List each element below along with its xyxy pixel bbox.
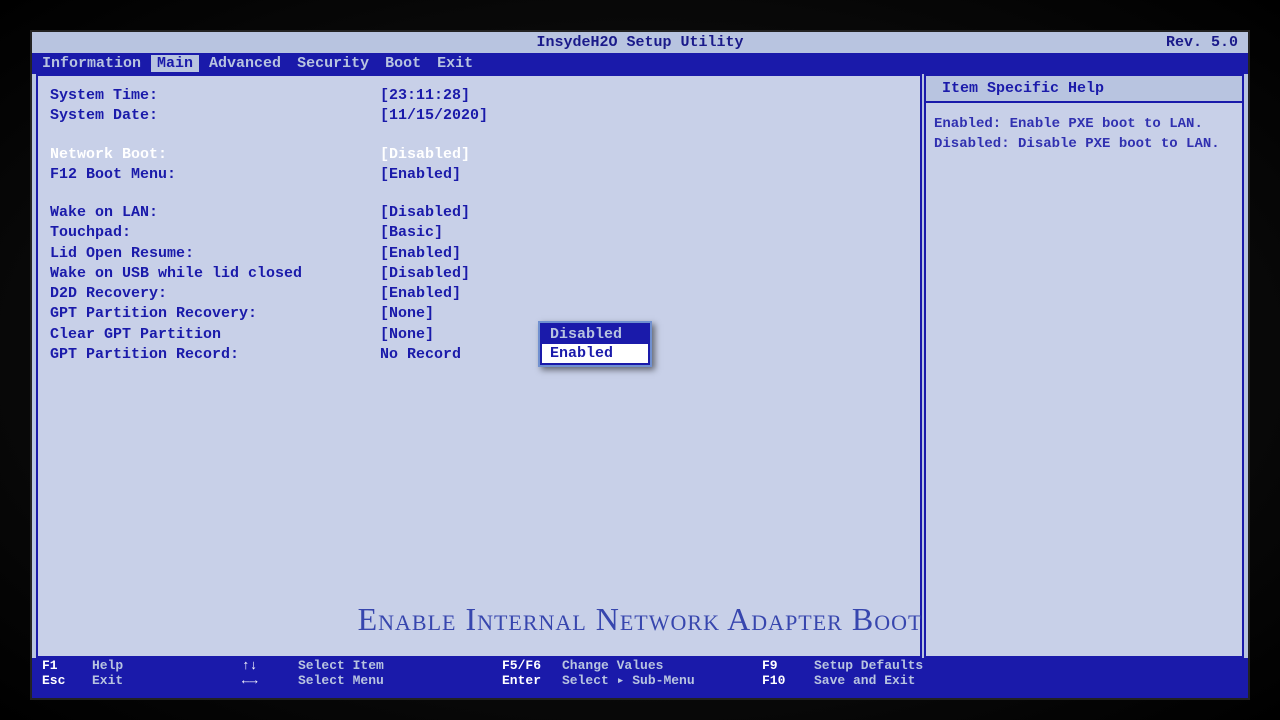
help-body: Enabled: Enable PXE boot to LAN.Disabled… <box>926 103 1242 166</box>
footer-keys: F1 Help ↑↓ Select Item F5/F6 Change Valu… <box>32 658 1248 700</box>
menu-tab-information[interactable]: Information <box>36 55 147 72</box>
menu-tab-advanced[interactable]: Advanced <box>203 55 287 72</box>
popup-option[interactable]: Disabled <box>542 325 648 344</box>
footer-save-exit: F10 Save and Exit <box>762 673 954 688</box>
setting-label: Network Boot: <box>50 145 380 165</box>
setting-label: D2D Recovery: <box>50 284 380 304</box>
menu-bar[interactable]: InformationMainAdvancedSecurityBootExit <box>32 53 1248 74</box>
footer-change-values: F5/F6 Change Values <box>502 658 762 673</box>
setting-value: [11/15/2020] <box>380 106 488 126</box>
setting-row[interactable]: System Time:[23:11:28] <box>50 86 908 106</box>
setting-row[interactable]: Touchpad:[Basic] <box>50 223 908 243</box>
overlay-caption: Enable Internal Network Adapter Boot <box>358 601 923 638</box>
title-bar: InsydeH2O Setup Utility Rev. 5.0 <box>32 32 1248 53</box>
setting-label: GPT Partition Record: <box>50 345 380 365</box>
setting-label: System Date: <box>50 106 380 126</box>
setting-value: [Enabled] <box>380 244 461 264</box>
footer-select-menu: ←→ Select Menu <box>242 673 502 688</box>
setting-value: [Disabled] <box>380 145 470 165</box>
menu-tab-boot[interactable]: Boot <box>379 55 427 72</box>
help-panel: Item Specific Help Enabled: Enable PXE b… <box>924 74 1244 658</box>
setting-value: [23:11:28] <box>380 86 470 106</box>
setting-row[interactable]: F12 Boot Menu:[Enabled] <box>50 165 908 185</box>
setting-row[interactable]: Wake on USB while lid closed[Disabled] <box>50 264 908 284</box>
footer-select-item: ↑↓ Select Item <box>242 658 502 673</box>
setting-label: System Time: <box>50 86 380 106</box>
setting-value: No Record <box>380 345 461 365</box>
setting-label: GPT Partition Recovery: <box>50 304 380 324</box>
help-line: Enabled: Enable PXE boot to LAN. <box>934 115 1234 135</box>
setting-label: F12 Boot Menu: <box>50 165 380 185</box>
setting-row[interactable]: Lid Open Resume:[Enabled] <box>50 244 908 264</box>
setting-row[interactable]: GPT Partition Recovery:[None] <box>50 304 908 324</box>
blank-row <box>50 185 908 203</box>
setting-value: [Enabled] <box>380 165 461 185</box>
menu-tab-main[interactable]: Main <box>151 55 199 72</box>
setting-row[interactable]: GPT Partition Record:No Record <box>50 345 908 365</box>
content-area: System Time:[23:11:28]System Date:[11/15… <box>32 74 1248 658</box>
menu-tab-security[interactable]: Security <box>291 55 375 72</box>
laptop-frame: InsydeH2O Setup Utility Rev. 5.0 Informa… <box>0 0 1280 720</box>
setting-label: Wake on LAN: <box>50 203 380 223</box>
footer-help: F1 Help <box>42 658 242 673</box>
footer-exit: Esc Exit <box>42 673 242 688</box>
revision-label: Rev. 5.0 <box>1166 34 1238 51</box>
setting-value: [None] <box>380 325 434 345</box>
setting-value: [Disabled] <box>380 264 470 284</box>
setting-label: Lid Open Resume: <box>50 244 380 264</box>
bios-screen: InsydeH2O Setup Utility Rev. 5.0 Informa… <box>30 30 1250 700</box>
help-line: Disabled: Disable PXE boot to LAN. <box>934 135 1234 155</box>
help-title: Item Specific Help <box>926 76 1242 103</box>
setting-row[interactable]: System Date:[11/15/2020] <box>50 106 908 126</box>
main-panel: System Time:[23:11:28]System Date:[11/15… <box>36 74 922 658</box>
popup-option[interactable]: Enabled <box>542 344 648 363</box>
setting-row[interactable]: Wake on LAN:[Disabled] <box>50 203 908 223</box>
footer-submenu: Enter Select ▸ Sub-Menu <box>502 673 762 688</box>
setting-label: Touchpad: <box>50 223 380 243</box>
setting-value: [Enabled] <box>380 284 461 304</box>
setting-row[interactable]: Network Boot:[Disabled] <box>50 145 908 165</box>
menu-tab-exit[interactable]: Exit <box>431 55 479 72</box>
setting-row[interactable]: Clear GPT Partition[None] <box>50 325 908 345</box>
setting-value: [Disabled] <box>380 203 470 223</box>
footer-defaults: F9 Setup Defaults <box>762 658 954 673</box>
option-popup[interactable]: DisabledEnabled <box>538 321 652 367</box>
blank-row <box>50 127 908 145</box>
setting-label: Clear GPT Partition <box>50 325 380 345</box>
setting-label: Wake on USB while lid closed <box>50 264 380 284</box>
setting-value: [None] <box>380 304 434 324</box>
app-title: InsydeH2O Setup Utility <box>536 34 743 51</box>
setting-value: [Basic] <box>380 223 443 243</box>
setting-row[interactable]: D2D Recovery:[Enabled] <box>50 284 908 304</box>
